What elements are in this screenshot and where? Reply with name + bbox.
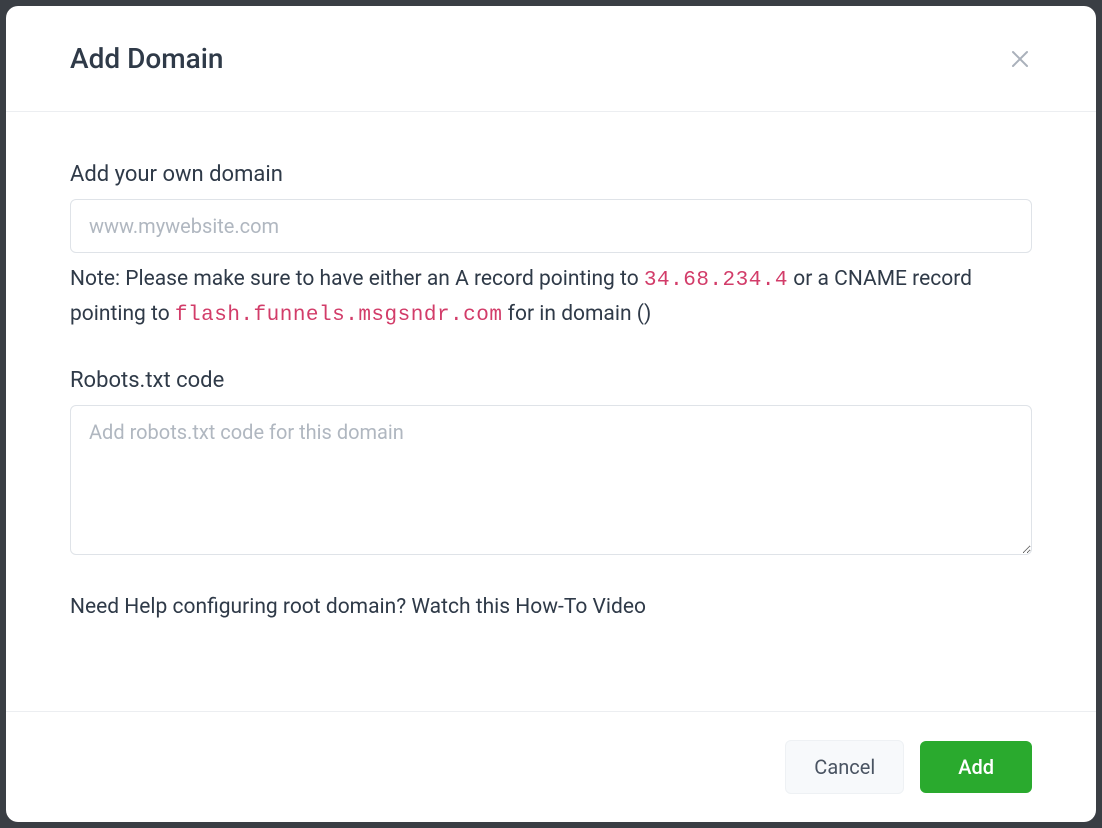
close-icon[interactable] <box>1008 47 1032 71</box>
note-ip-code: 34.68.234.4 <box>644 269 788 292</box>
add-button[interactable]: Add <box>920 741 1032 793</box>
help-video-link[interactable]: Need Help configuring root domain? Watch… <box>70 595 1032 619</box>
modal-body: Add your own domain Note: Please make su… <box>6 112 1096 711</box>
modal-header: Add Domain <box>6 6 1096 112</box>
domain-field-group: Add your own domain Note: Please make su… <box>70 162 1032 332</box>
note-cname-code: flash.funnels.msgsndr.com <box>175 304 503 327</box>
robots-field-group: Robots.txt code <box>70 368 1032 559</box>
domain-note: Note: Please make sure to have either an… <box>70 263 1032 332</box>
note-suffix: for in domain () <box>502 302 651 326</box>
domain-label: Add your own domain <box>70 162 1032 187</box>
note-prefix: Note: Please make sure to have either an… <box>70 267 644 291</box>
add-domain-modal: Add Domain Add your own domain Note: Ple… <box>6 6 1096 822</box>
modal-footer: Cancel Add <box>6 711 1096 822</box>
domain-input[interactable] <box>70 199 1032 253</box>
robots-textarea[interactable] <box>70 405 1032 555</box>
modal-title: Add Domain <box>70 42 223 75</box>
cancel-button[interactable]: Cancel <box>785 740 904 794</box>
robots-label: Robots.txt code <box>70 368 1032 393</box>
